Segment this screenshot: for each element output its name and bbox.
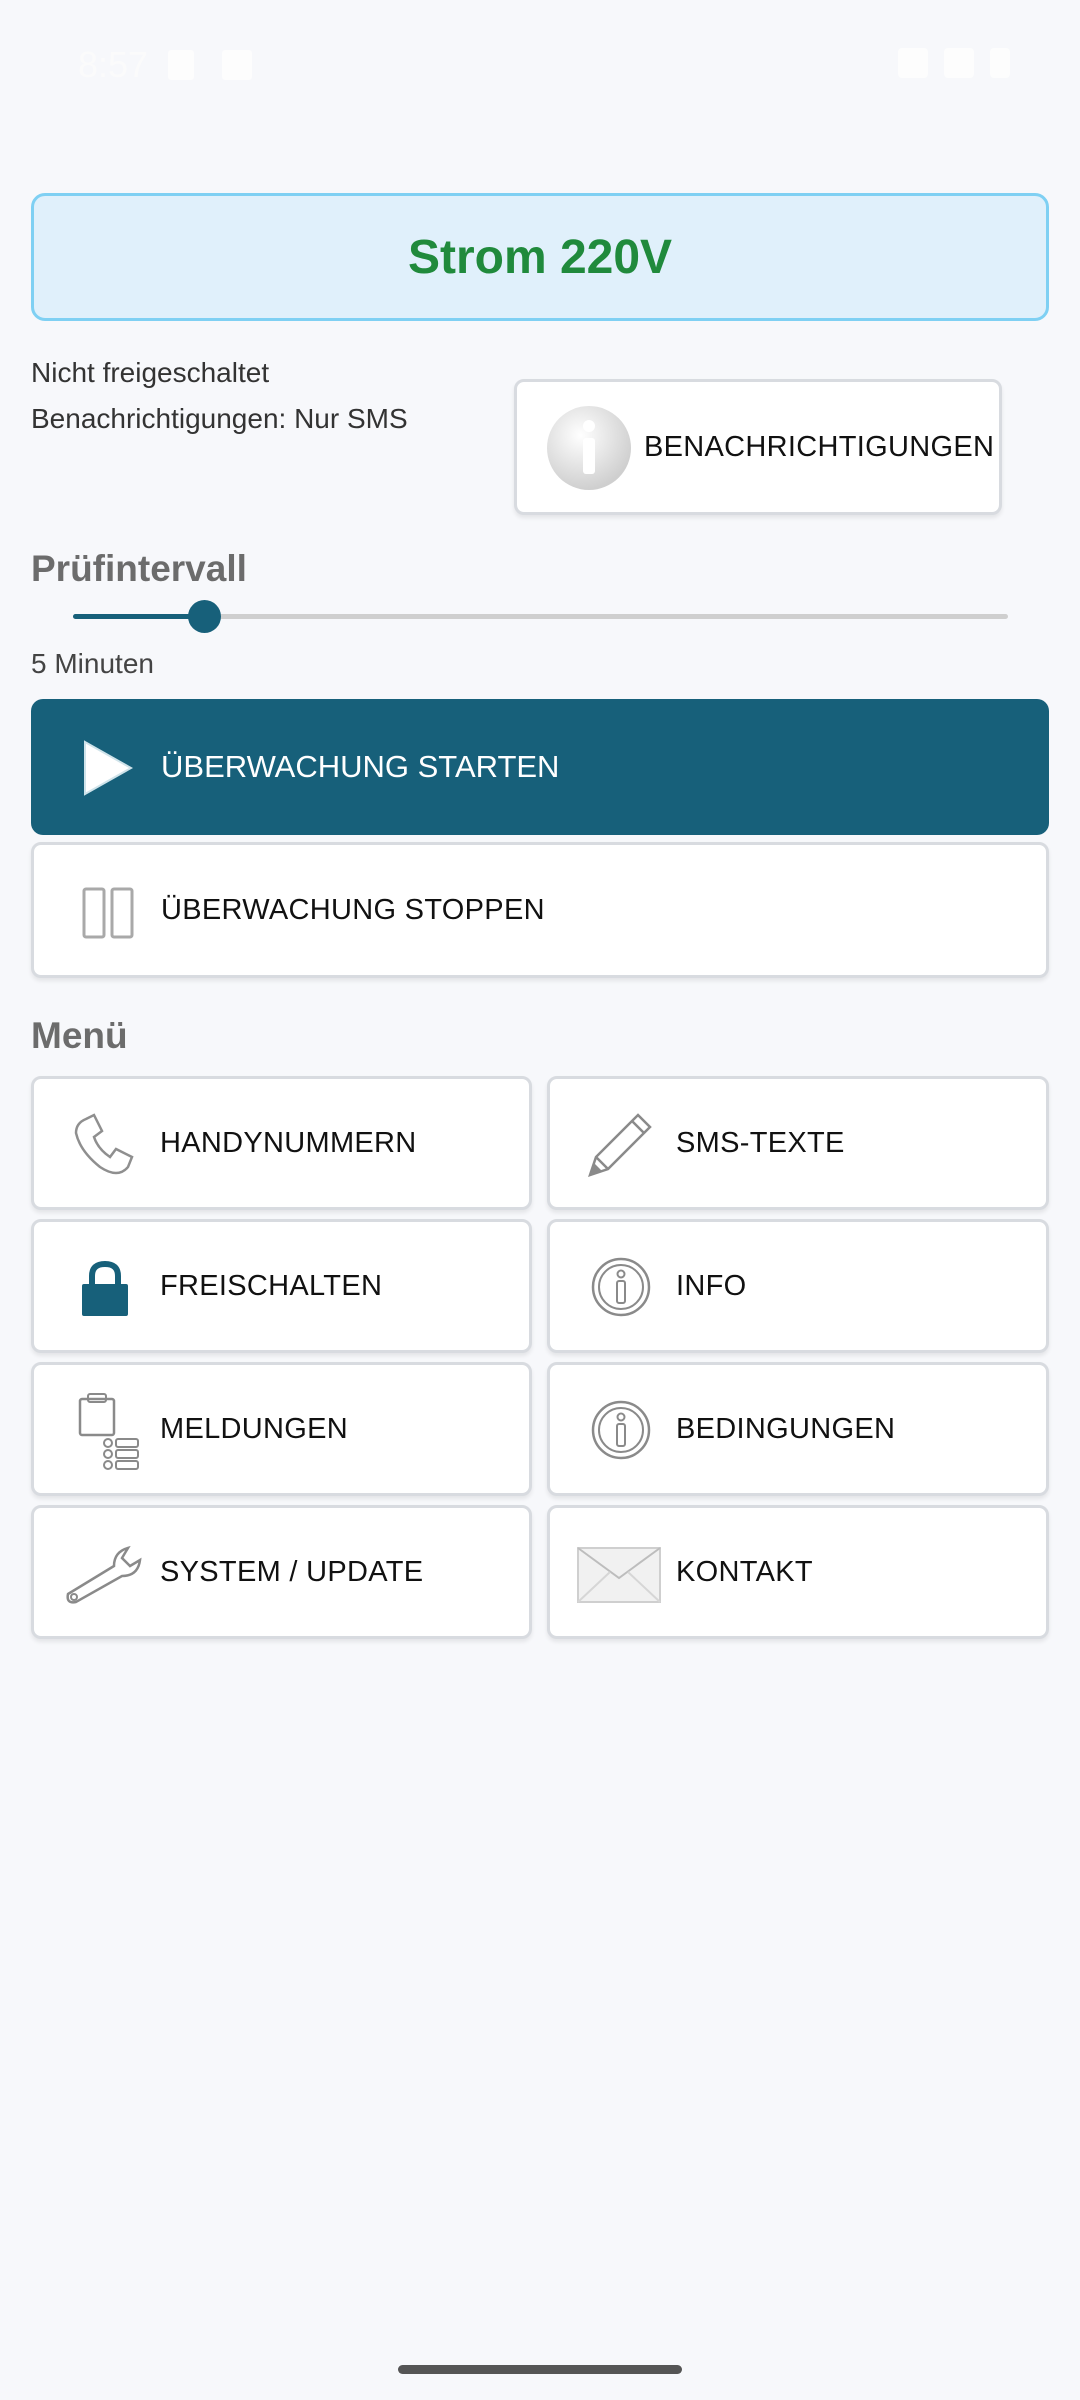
info-icon: [590, 1256, 652, 1318]
status-icons: [898, 48, 1010, 78]
menu-item-label: FREISCHALTEN: [160, 1269, 383, 1302]
menu-info-button[interactable]: INFO: [547, 1219, 1049, 1353]
menu-unlock-button[interactable]: FREISCHALTEN: [31, 1219, 532, 1353]
menu-item-label: SYSTEM / UPDATE: [160, 1555, 424, 1588]
interval-slider[interactable]: [73, 600, 1008, 633]
sim-card-icon: [168, 50, 194, 80]
interval-slider-fill: [73, 614, 204, 619]
lock-icon: [80, 1260, 130, 1318]
interval-value: 5 Minuten: [31, 648, 154, 679]
menu-contact-button[interactable]: KONTAKT: [547, 1505, 1049, 1639]
pause-icon: [80, 885, 136, 941]
battery-icon: [990, 48, 1010, 78]
notification-icon: [222, 50, 252, 80]
menu-sms-texts-button[interactable]: SMS-TEXTE: [547, 1076, 1049, 1210]
wrench-icon: [64, 1544, 144, 1606]
play-icon: [77, 739, 137, 802]
pencil-icon: [582, 1107, 656, 1181]
info-icon: [590, 1399, 652, 1461]
phone-icon: [68, 1111, 138, 1181]
menu-heading: Menü: [31, 1015, 128, 1056]
status-time: 8:57: [78, 44, 149, 85]
notification-status: Benachrichtigungen: Nur SMS: [31, 403, 408, 434]
menu-conditions-button[interactable]: BEDINGUNGEN: [547, 1362, 1049, 1496]
notifications-button-label: BENACHRICHTIGUNGEN: [644, 430, 995, 463]
app-screen: 8:57 Strom 220V Nicht freigeschaltet Ben…: [0, 0, 1080, 2400]
stop-monitoring-button[interactable]: ÜBERWACHUNG STOPPEN: [31, 842, 1049, 978]
interval-slider-thumb[interactable]: [187, 600, 221, 633]
page-title: Strom 220V: [407, 230, 673, 284]
start-monitoring-label: ÜBERWACHUNG STARTEN: [161, 749, 560, 784]
menu-phone-numbers-button[interactable]: HANDYNUMMERN: [31, 1076, 532, 1210]
menu-item-label: BEDINGUNGEN: [676, 1412, 896, 1445]
activation-status: Nicht freigeschaltet: [31, 357, 270, 388]
notifications-button[interactable]: BENACHRICHTIGUNGEN: [514, 379, 1002, 515]
start-monitoring-button[interactable]: ÜBERWACHUNG STARTEN: [31, 699, 1049, 835]
home-indicator[interactable]: [398, 2365, 682, 2374]
signal-icon: [944, 48, 974, 78]
menu-item-label: MELDUNGEN: [160, 1412, 348, 1445]
menu-system-update-button[interactable]: SYSTEM / UPDATE: [31, 1505, 532, 1639]
envelope-icon: [576, 1546, 662, 1604]
clipboard-list-icon: [74, 1391, 142, 1471]
info-icon: [545, 404, 633, 492]
menu-reports-button[interactable]: MELDUNGEN: [31, 1362, 532, 1496]
wifi-icon: [898, 48, 928, 78]
menu-item-label: INFO: [676, 1269, 747, 1302]
menu-item-label: SMS-TEXTE: [676, 1126, 845, 1159]
menu-item-label: KONTAKT: [676, 1555, 813, 1588]
menu-item-label: HANDYNUMMERN: [160, 1126, 417, 1159]
stop-monitoring-label: ÜBERWACHUNG STOPPEN: [161, 893, 545, 926]
interval-heading: Prüfintervall: [31, 548, 247, 589]
status-bar: 8:57: [0, 0, 1080, 135]
power-status-banner: Strom 220V: [31, 193, 1049, 321]
